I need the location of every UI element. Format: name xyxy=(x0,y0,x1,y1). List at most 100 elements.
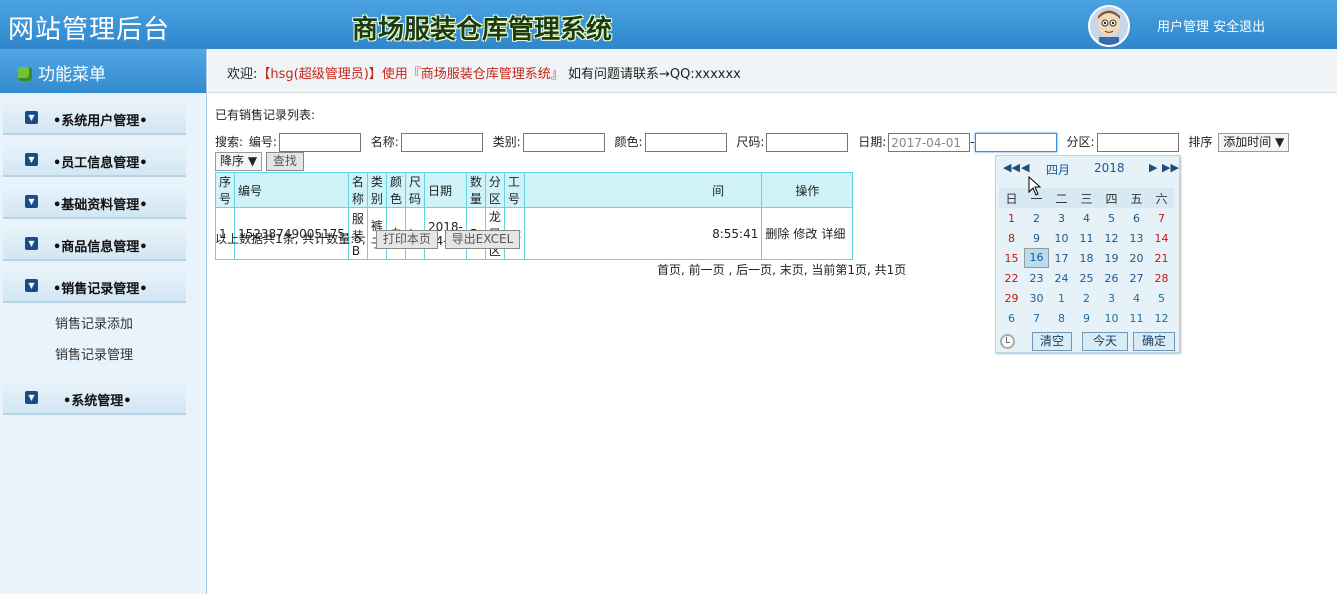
calendar-day[interactable]: 5 xyxy=(1099,208,1124,228)
calendar-day[interactable]: 29 xyxy=(999,288,1024,308)
chevron-down-icon: ▼ xyxy=(25,279,38,292)
calendar-day[interactable]: 13 xyxy=(1124,228,1149,248)
sidebar-group-goods-info[interactable]: ▼ •商品信息管理• xyxy=(3,225,186,261)
calendar-day[interactable]: 9 xyxy=(1024,228,1049,248)
summary-row: 以上数据共1条, 共计数量:5; 打印本页 导出EXCEL xyxy=(215,230,521,249)
calendar-clear-button[interactable]: 清空 xyxy=(1032,332,1072,351)
user-avatar-icon[interactable] xyxy=(1088,5,1130,47)
calendar-day[interactable]: 2 xyxy=(1074,288,1099,308)
col-header: 日期 xyxy=(423,172,467,208)
calendar-day[interactable]: 8 xyxy=(999,228,1024,248)
calendar-day[interactable]: 19 xyxy=(1099,248,1124,268)
calendar-day[interactable]: 3 xyxy=(1099,288,1124,308)
color-label: 颜色: xyxy=(614,135,643,149)
calendar-day[interactable]: 14 xyxy=(1149,228,1174,248)
calendar-month[interactable]: 四月 xyxy=(1046,161,1070,178)
calendar-day[interactable]: 21 xyxy=(1149,248,1174,268)
sidebar-group-label: •员工信息管理• xyxy=(53,156,148,171)
logout-link[interactable]: 安全退出 xyxy=(1213,20,1265,35)
chevron-down-icon: ▼ xyxy=(25,237,38,250)
code-input[interactable] xyxy=(278,133,361,152)
calendar-day[interactable]: 17 xyxy=(1049,248,1074,268)
sort-field-select[interactable]: 添加时间 ▼ xyxy=(1218,133,1290,152)
calendar-year[interactable]: 2018 xyxy=(1094,161,1125,175)
calendar-day[interactable]: 6 xyxy=(1124,208,1149,228)
calendar-day[interactable]: 9 xyxy=(1074,308,1099,328)
next-year-icon[interactable]: ▶▶ xyxy=(1162,161,1179,174)
delete-link[interactable]: 删除 xyxy=(765,227,789,241)
calendar-day[interactable]: 23 xyxy=(1024,268,1049,288)
calendar-day[interactable]: 4 xyxy=(1074,208,1099,228)
name-input[interactable] xyxy=(400,133,483,152)
summary-text: 以上数据共1条, 共计数量:5; xyxy=(215,232,366,246)
zone-input[interactable] xyxy=(1096,133,1179,152)
calendar-day[interactable]: 11 xyxy=(1074,228,1099,248)
weekday-label: 日 xyxy=(999,188,1024,208)
calendar-today-button[interactable]: 今天 xyxy=(1082,332,1128,351)
col-header: 数量 xyxy=(465,172,486,208)
top-header: 网站管理后台 商场服装仓库管理系统 用户管理 安全退出 xyxy=(0,0,1337,49)
calendar-day[interactable]: 28 xyxy=(1149,268,1174,288)
calendar-day[interactable]: 16 xyxy=(1024,248,1049,268)
user-management-link[interactable]: 用户管理 xyxy=(1157,20,1209,35)
calendar-day[interactable]: 10 xyxy=(1049,228,1074,248)
calendar-day[interactable]: 30 xyxy=(1024,288,1049,308)
sort-order-select[interactable]: 降序 ▼ xyxy=(215,152,263,171)
sidebar-group-sales-records[interactable]: ▼ •销售记录管理• xyxy=(3,267,186,303)
prev-month-icon[interactable]: ◀ xyxy=(1021,161,1029,174)
date-end-input[interactable] xyxy=(974,133,1057,152)
calendar-day[interactable]: 2 xyxy=(1024,208,1049,228)
calendar-day[interactable]: 26 xyxy=(1099,268,1124,288)
export-excel-button[interactable]: 导出EXCEL xyxy=(444,230,521,249)
prev-year-icon[interactable]: ◀◀ xyxy=(1003,161,1020,174)
sidebar-group-system-users[interactable]: ▼ •系统用户管理• xyxy=(3,99,186,135)
calendar-day[interactable]: 5 xyxy=(1149,288,1174,308)
calendar-day[interactable]: 7 xyxy=(1149,208,1174,228)
sort-label: 排序 xyxy=(1188,135,1213,149)
sidebar-item-sales-add[interactable]: 销售记录添加 xyxy=(0,309,206,340)
calendar-day[interactable]: 22 xyxy=(999,268,1024,288)
next-month-icon[interactable]: ▶ xyxy=(1149,161,1157,174)
calendar-day[interactable]: 27 xyxy=(1124,268,1149,288)
calendar-day[interactable]: 20 xyxy=(1124,248,1149,268)
detail-link[interactable]: 详细 xyxy=(821,227,845,241)
site-title: 网站管理后台 xyxy=(8,15,171,45)
search-row-2: 降序 ▼ 查找 xyxy=(215,152,304,171)
clock-icon[interactable] xyxy=(1000,334,1015,349)
print-button[interactable]: 打印本页 xyxy=(375,230,438,249)
calendar-day[interactable]: 15 xyxy=(999,248,1024,268)
calendar-day[interactable]: 25 xyxy=(1074,268,1099,288)
calendar-day[interactable]: 12 xyxy=(1099,228,1124,248)
search-label: 搜索: xyxy=(215,135,244,149)
calendar-week-row: 22 23 24 25 26 27 28 xyxy=(999,268,1174,288)
cube-icon xyxy=(18,67,32,81)
calendar-day[interactable]: 4 xyxy=(1124,288,1149,308)
calendar-day[interactable]: 12 xyxy=(1149,308,1174,328)
calendar-day[interactable]: 18 xyxy=(1074,248,1099,268)
sidebar-group-system-manage[interactable]: ▼ •系统管理• xyxy=(3,379,186,415)
edit-link[interactable]: 修改 xyxy=(793,227,817,241)
pager[interactable]: 首页, 前一页 , 后一页, 末页, 当前第1页, 共1页 xyxy=(657,261,906,278)
sales-submenu: 销售记录添加 销售记录管理 xyxy=(0,303,206,377)
size-input[interactable] xyxy=(766,133,849,152)
calendar-day[interactable]: 8 xyxy=(1049,308,1074,328)
calendar-day[interactable]: 24 xyxy=(1049,268,1074,288)
calendar-day[interactable]: 10 xyxy=(1099,308,1124,328)
calendar-ok-button[interactable]: 确定 xyxy=(1133,332,1175,351)
sidebar-group-label: •商品信息管理• xyxy=(53,240,148,255)
sidebar-group-base-data[interactable]: ▼ •基础资料管理• xyxy=(3,183,186,219)
calendar-day[interactable]: 1 xyxy=(999,208,1024,228)
calendar-day[interactable]: 1 xyxy=(1049,288,1074,308)
calendar-day[interactable]: 3 xyxy=(1049,208,1074,228)
search-button[interactable]: 查找 xyxy=(265,152,304,171)
calendar-week-row: 29 30 1 2 3 4 5 xyxy=(999,288,1174,308)
weekday-label: 三 xyxy=(1074,188,1099,208)
date-start-input[interactable] xyxy=(888,133,971,152)
category-input[interactable] xyxy=(522,133,605,152)
calendar-day[interactable]: 11 xyxy=(1124,308,1149,328)
sidebar-group-staff-info[interactable]: ▼ •员工信息管理• xyxy=(3,141,186,177)
sidebar-item-sales-manage[interactable]: 销售记录管理 xyxy=(0,340,206,371)
calendar-day[interactable]: 7 xyxy=(1024,308,1049,328)
color-input[interactable] xyxy=(644,133,727,152)
calendar-day[interactable]: 6 xyxy=(999,308,1024,328)
